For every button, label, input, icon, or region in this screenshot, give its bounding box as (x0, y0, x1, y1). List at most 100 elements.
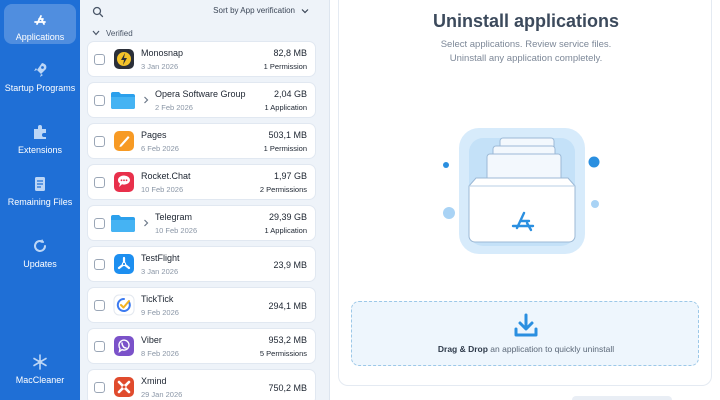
ticktick-icon (113, 294, 135, 316)
snowflake-icon (33, 354, 47, 370)
chevron-right-icon[interactable] (142, 218, 150, 228)
app-size: 2,04 GB (273, 89, 307, 99)
app-detail: 5 Permissions (259, 349, 307, 358)
list-item[interactable]: Opera Software Group 2 Feb 2026 2,04 GB … (87, 82, 316, 118)
xmind-icon (114, 377, 134, 397)
row-checkbox[interactable] (94, 177, 105, 188)
row-checkbox[interactable] (94, 382, 105, 393)
action-button-partial[interactable] (572, 396, 672, 400)
app-name: Viber (141, 335, 162, 345)
sidebar-item-remaining-files[interactable]: Remaining Files (4, 174, 76, 207)
page-title: Uninstall applications (432, 11, 620, 31)
app-date: 10 Feb 2026 (141, 185, 184, 194)
chevron-down-icon (92, 30, 100, 36)
puzzle-icon (34, 125, 46, 139)
drag-drop-rest: an application to quickly uninstall (487, 344, 615, 354)
app-size: 82,8 MB (273, 48, 307, 58)
app-detail: 2 Permissions (259, 185, 307, 194)
list-item[interactable]: Rocket.Chat 10 Feb 2026 1,97 GB 2 Permis… (87, 164, 316, 200)
app-detail: 1 Permission (263, 62, 307, 71)
rocket-icon (34, 63, 47, 77)
app-name: Monosnap (141, 48, 184, 58)
app-date: 6 Feb 2026 (141, 144, 179, 153)
row-checkbox[interactable] (94, 341, 105, 352)
app-detail: 1 Permission (263, 144, 307, 153)
app-name: Xmind (141, 376, 167, 386)
list-item[interactable]: Pages 6 Feb 2026 503,1 MB 1 Permission (87, 123, 316, 159)
testflight-icon (114, 254, 134, 274)
app-size: 294,1 MB (268, 301, 307, 311)
folder-icon (111, 215, 135, 232)
folder-icon (111, 92, 135, 109)
download-tray-icon (514, 313, 538, 337)
app-date: 8 Feb 2026 (141, 349, 179, 358)
sidebar-item-updates[interactable]: Updates (4, 236, 76, 269)
app-name: Telegram (155, 212, 193, 222)
app-store-icon (34, 15, 46, 25)
uninstall-panel: Uninstall applications Select applicatio… (338, 0, 712, 386)
app-detail: 1 Application (264, 226, 307, 235)
row-checkbox[interactable] (94, 259, 105, 270)
sidebar-item-label: Remaining Files (7, 197, 73, 207)
app-size: 503,1 MB (268, 130, 307, 140)
page-subtitle: Select applications. Review service file… (339, 38, 713, 66)
list-item[interactable]: TickTick 9 Feb 2026 294,1 MB (87, 287, 316, 323)
chevron-right-icon[interactable] (142, 95, 150, 105)
subtitle-line: Select applications. Review service file… (440, 39, 612, 50)
sidebar-item-label: Updates (23, 259, 57, 269)
app-name: Rocket.Chat (141, 171, 191, 181)
app-size: 29,39 GB (268, 212, 307, 222)
app-list-pane: Sort by App verification Verified Monosn… (80, 0, 330, 400)
sidebar-item-extensions[interactable]: Extensions (4, 122, 76, 155)
row-checkbox[interactable] (94, 95, 105, 106)
app-detail: 1 Application (264, 103, 307, 112)
app-date: 3 Jan 2026 (141, 267, 179, 276)
section-label: Verified (106, 28, 133, 38)
sort-dropdown[interactable]: Sort by App verification (213, 6, 309, 15)
app-date: 9 Feb 2026 (141, 308, 179, 317)
app-name: Pages (141, 130, 167, 140)
subtitle-line: Uninstall any application completely. (449, 53, 603, 64)
sort-label: Sort by App verification (213, 6, 295, 15)
row-checkbox[interactable] (94, 218, 105, 229)
drag-drop-zone[interactable]: Drag & Drop an application to quickly un… (351, 301, 699, 366)
pages-icon (114, 131, 134, 151)
app-date: 29 Jan 2026 (141, 390, 183, 399)
app-name: TestFlight (141, 253, 180, 263)
app-size: 1,97 GB (273, 171, 307, 181)
app-date: 3 Jan 2026 (141, 62, 179, 71)
file-icon (35, 177, 45, 191)
drag-drop-text: Drag & Drop an application to quickly un… (352, 344, 700, 354)
section-header-verified[interactable]: Verified (86, 25, 316, 41)
refresh-icon (34, 239, 46, 252)
drawer-illustration (443, 128, 600, 254)
list-item[interactable]: Telegram 10 Feb 2026 29,39 GB 1 Applicat… (87, 205, 316, 241)
sidebar-item-startup-programs[interactable]: Startup Programs (4, 60, 76, 93)
viber-icon (114, 336, 134, 356)
rocketchat-icon (114, 172, 134, 192)
app-size: 23,9 MB (273, 260, 307, 270)
list-item[interactable]: TestFlight 3 Jan 2026 23,9 MB (87, 246, 316, 282)
monosnap-icon (114, 49, 134, 69)
app-date: 10 Feb 2026 (155, 226, 198, 235)
sidebar-item-label: Extensions (17, 145, 63, 155)
search-icon[interactable] (92, 6, 104, 18)
row-checkbox[interactable] (94, 54, 105, 65)
sidebar-item-label: Applications (15, 32, 65, 42)
app-size: 953,2 MB (268, 335, 307, 345)
sidebar-footer-maccleaner[interactable]: MacCleaner (4, 352, 76, 385)
sidebar: Applications Startup Programs Extensions… (0, 0, 80, 400)
list-item[interactable]: Xmind 29 Jan 2026 750,2 MB (87, 369, 316, 400)
app-size: 750,2 MB (268, 383, 307, 393)
app-date: 2 Feb 2026 (155, 103, 193, 112)
app-name: TickTick (141, 294, 174, 304)
sidebar-footer-label: MacCleaner (15, 375, 65, 385)
sidebar-item-label: Startup Programs (4, 83, 76, 93)
row-checkbox[interactable] (94, 136, 105, 147)
chevron-down-icon (301, 8, 309, 13)
row-checkbox[interactable] (94, 300, 105, 311)
list-item[interactable]: Monosnap 3 Jan 2026 82,8 MB 1 Permission (87, 41, 316, 77)
app-name: Opera Software Group (155, 89, 246, 99)
sidebar-item-applications[interactable]: Applications (4, 4, 76, 44)
list-item[interactable]: Viber 8 Feb 2026 953,2 MB 5 Permissions (87, 328, 316, 364)
